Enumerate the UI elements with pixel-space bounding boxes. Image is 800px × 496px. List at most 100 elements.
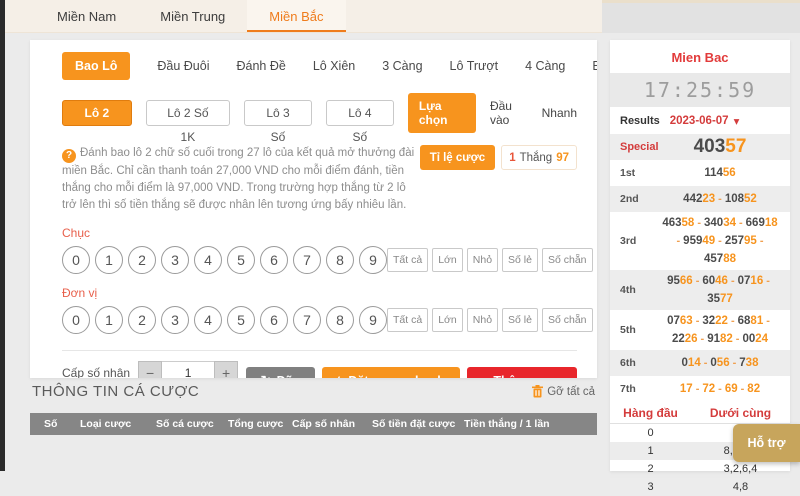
filter-small-button[interactable]: Nhỏ [467,248,498,272]
tab-bao-lo[interactable]: Bao Lô [62,52,130,80]
quick-bet-button[interactable]: ϟ Đặt cược nhanh [322,367,460,378]
digit-button[interactable]: 3 [161,306,189,334]
mode-lua-chon[interactable]: Lựa chọn [408,93,476,133]
filter-even-button[interactable]: Số chẵn [542,248,593,272]
results-date-dropdown[interactable]: 2023-06-07 ▾ [670,114,740,128]
digit-button[interactable]: 2 [128,246,156,274]
digit-summary-row: 34,8 [610,478,790,496]
bet-description: ?Đánh bao lô 2 chữ số cuối trong 27 lô c… [62,145,420,214]
prize-row-3rd: 3rd 46358-34034-66918-95949-25795-45788 [610,212,790,270]
tab-dau-duoi[interactable]: Đầu Đuôi [157,59,209,73]
input-mode-group: Lựa chọn Đầu vào Nhanh [408,93,577,133]
filter-odd-button[interactable]: Số lẻ [502,308,538,332]
bet-type-lo-3-so[interactable]: Lô 3 Số [244,100,312,126]
prize-row-5th: 5th 0763-3222-6881-2226-9182-0024 [610,310,790,350]
digit-button[interactable]: 8 [326,306,354,334]
digit-button[interactable]: 5 [227,246,255,274]
filter-clear-button[interactable]: Gỡ [597,248,598,272]
bet-info-section: THÔNG TIN CÁ CƯỢC Gỡ tất cả Số Loại cược… [30,383,597,435]
chevron-down-icon: ▾ [734,114,740,128]
digit-button[interactable]: 6 [260,306,288,334]
digit-summary-row: 23,2,6,4 [610,460,790,478]
results-sidebar: Mien Bac 17:25:59 Results 2023-06-07 ▾ S… [610,40,790,471]
digit-button[interactable]: 5 [227,306,255,334]
tab-mien-bac[interactable]: Miền Bắc [247,0,345,32]
tens-digit-row: 0 1 2 3 4 5 6 7 8 9 Tất cả Lớn Nhỏ Số lẻ… [62,246,577,274]
bet-type-row: Lô 2 Số Lô 2 Số 1K Lô 3 Số Lô 4 Số Lựa c… [62,93,577,133]
digit-button[interactable]: 9 [359,246,387,274]
filter-big-button[interactable]: Lớn [432,308,463,332]
tab-lo-xien[interactable]: Lô Xiên [313,59,355,73]
prize-row-1st: 1st 11456 [610,160,790,186]
bet-type-lo-2-so-1k[interactable]: Lô 2 Số 1K [146,100,230,126]
filter-all-button[interactable]: Tất cả [387,308,428,332]
prize-row-7th: 7th 17-72-69-82 [610,376,790,402]
region-tab-bar: Miền Nam Miền Trung Miền Bắc [5,0,602,33]
multiplier-label: Cấp số nhân [62,366,130,378]
bet-info-title: THÔNG TIN CÁ CƯỢC [32,383,199,400]
description-row: ?Đánh bao lô 2 chữ số cuối trong 27 lô c… [62,145,577,214]
digit-button[interactable]: 2 [128,306,156,334]
odds-rate-button[interactable]: Tỉ lệ cược [420,145,496,170]
filter-big-button[interactable]: Lớn [432,248,463,272]
digit-button[interactable]: 3 [161,246,189,274]
units-digit-row: 0 1 2 3 4 5 6 7 8 9 Tất cả Lớn Nhỏ Số lẻ… [62,306,577,334]
digit-button[interactable]: 1 [95,306,123,334]
filter-all-button[interactable]: Tất cả [387,248,428,272]
main-panel: Bao Lô Đầu Đuôi Đánh Đề Lô Xiên 3 Càng L… [30,40,597,378]
digit-button[interactable]: 7 [293,246,321,274]
countdown-clock: 17:25:59 [610,73,790,107]
tab-lo-truot[interactable]: Lô Trượt [450,59,499,73]
lightning-icon: ϟ [337,374,344,379]
digit-button[interactable]: 0 [62,306,90,334]
divider [62,350,577,351]
tab-mien-nam[interactable]: Miền Nam [35,0,138,32]
digit-button[interactable]: 9 [359,306,387,334]
units-label: Đơn vị [62,286,577,300]
bet-table-header: Số Loại cược Số cá cược Tổng cược Cấp số… [30,413,597,435]
digit-button[interactable]: 4 [194,246,222,274]
digit-button[interactable]: 1 [95,246,123,274]
clear-all-button[interactable]: Gỡ tất cả [532,385,595,398]
odds-value: 1 Thắng 97 [501,145,577,170]
prize-row-4th: 4th 9566-6046-0716-3577 [610,270,790,310]
bet-category-tabs: Bao Lô Đầu Đuôi Đánh Đề Lô Xiên 3 Càng L… [62,52,577,80]
left-edge-strip [0,0,5,471]
multiplier-input[interactable] [162,361,214,378]
add-bet-button[interactable]: ↓ Thêm cược [467,367,577,378]
results-label: Results [620,115,660,127]
topbar-right-filler [602,0,800,33]
tab-danh-de[interactable]: Đánh Đề [236,59,285,73]
tab-mien-trung[interactable]: Miền Trung [138,0,247,32]
tab-bao-cao-dat-cuoc[interactable]: Báo cáo đặt cược [592,59,597,73]
filter-clear-button[interactable]: Gỡ [597,308,598,332]
stepper-minus-button[interactable]: − [138,361,162,378]
prize-row-2nd: 2nd 44223-10852 [610,186,790,212]
support-button[interactable]: Hỗ trợ [733,424,800,462]
tab-3-cang[interactable]: 3 Càng [382,59,422,73]
digit-button[interactable]: 4 [194,306,222,334]
digit-button[interactable]: 6 [260,246,288,274]
odds-group: Tỉ lệ cược 1 Thắng 97 [420,145,577,214]
bet-type-lo-4-so[interactable]: Lô 4 Số [326,100,394,126]
mode-dau-vao[interactable]: Đầu vào [490,99,528,127]
multiplier-stepper: Cấp số nhân − + [62,361,246,378]
trash-icon [532,385,543,398]
refresh-icon: ↻ [261,373,272,378]
digit-button[interactable]: 7 [293,306,321,334]
mode-nhanh[interactable]: Nhanh [542,106,577,120]
bet-type-lo-2-so[interactable]: Lô 2 Số [62,100,132,126]
bet-controls-row: Cấp số nhân − + Đã chọn: 0 Số Số tiền cư… [62,361,577,378]
series-button[interactable]: ↻ Dãy [246,367,315,378]
digit-button[interactable]: 8 [326,246,354,274]
filter-small-button[interactable]: Nhỏ [467,308,498,332]
prize-row-special: Special 40357 [610,134,790,160]
filter-even-button[interactable]: Số chẵn [542,308,593,332]
stepper-plus-button[interactable]: + [214,361,238,378]
digit-button[interactable]: 0 [62,246,90,274]
filter-odd-button[interactable]: Số lẻ [502,248,538,272]
tab-4-cang[interactable]: 4 Càng [525,59,565,73]
tens-label: Chục [62,226,577,240]
digit-summary-header: Hàng đầu Dưới cùng [610,402,790,424]
down-arrow-icon: ↓ [482,374,489,379]
